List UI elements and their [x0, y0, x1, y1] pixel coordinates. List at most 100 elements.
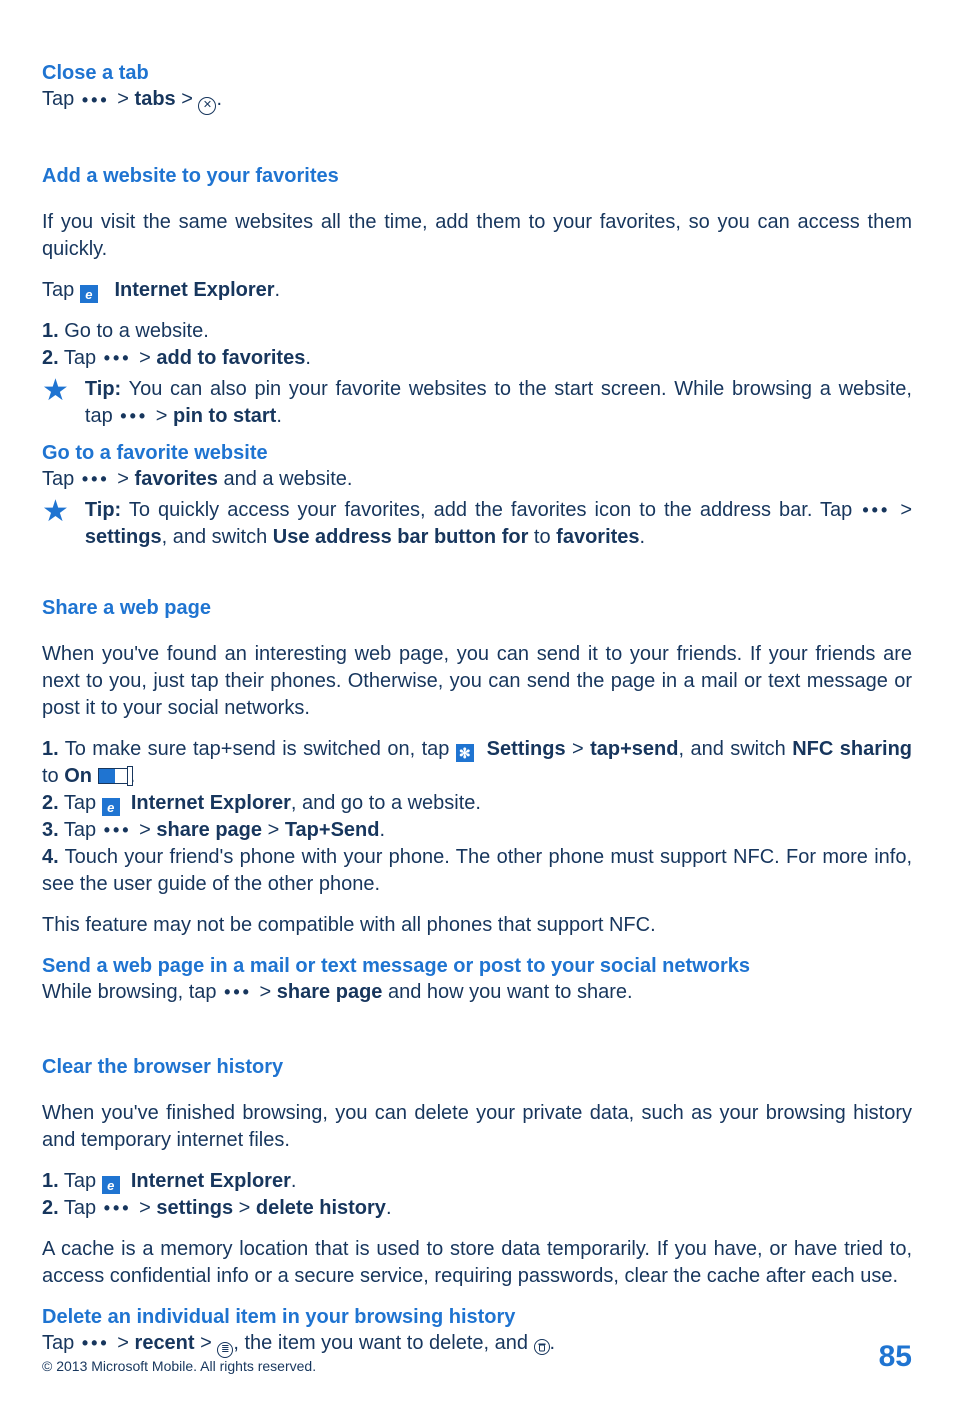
- period: .: [291, 1170, 297, 1192]
- num: 2.: [42, 792, 59, 814]
- ie-label: Internet Explorer: [131, 1170, 291, 1192]
- ie-label: Internet Explorer: [131, 792, 291, 814]
- heading-share-page: Share a web page: [42, 595, 912, 621]
- text: to: [42, 765, 64, 787]
- sep: >: [260, 981, 277, 1003]
- add-fav-intro: If you visit the same websites all the t…: [42, 209, 912, 263]
- text: While browsing, tap: [42, 981, 222, 1003]
- text: , and go to a website.: [291, 792, 481, 814]
- tabs-label: tabs: [135, 88, 176, 110]
- text: Tap: [59, 792, 102, 814]
- favorites-label: favorites: [135, 468, 218, 490]
- period: .: [379, 819, 385, 841]
- star-icon: ★: [42, 497, 69, 551]
- copyright: © 2013 Microsoft Mobile. All rights rese…: [42, 1358, 316, 1374]
- sep: >: [139, 1197, 156, 1219]
- add-fav-step1: 1. Go to a website.: [42, 318, 912, 345]
- sep: >: [233, 1197, 256, 1219]
- heading-goto-favorite: Go to a favorite website: [42, 440, 912, 466]
- goto-fav-line: Tap ••• > favorites and a website.: [42, 466, 912, 493]
- tip-label: Tip:: [85, 499, 121, 521]
- num: 1.: [42, 1170, 59, 1192]
- share-intro: When you've found an interesting web pag…: [42, 641, 912, 722]
- tap-send-label: Tap+Send: [285, 819, 380, 841]
- text: Go to a website.: [59, 320, 209, 342]
- num: 4.: [42, 846, 59, 868]
- text: to: [528, 526, 556, 548]
- text: and how you want to share.: [382, 981, 632, 1003]
- add-fav-tap-ie: Tap e Internet Explorer.: [42, 277, 912, 304]
- add-fav-step2: 2. Tap ••• > add to favorites.: [42, 345, 912, 372]
- ie-icon: e: [102, 1176, 120, 1194]
- sep: >: [156, 405, 173, 427]
- period: .: [216, 88, 222, 110]
- sep: >: [117, 468, 134, 490]
- text: Tap: [42, 279, 80, 301]
- settings-gear-icon: ✻: [456, 744, 474, 762]
- tapsend-label: tap+send: [590, 738, 678, 760]
- heading-add-favorites: Add a website to your favorites: [42, 163, 912, 189]
- heading-delete-item: Delete an individual item in your browsi…: [42, 1304, 912, 1330]
- text: and a website.: [218, 468, 353, 490]
- text: , and switch: [162, 526, 273, 548]
- sep: >: [900, 499, 912, 521]
- period: .: [275, 279, 281, 301]
- text: Tap: [59, 819, 102, 841]
- share-step4: 4. Touch your friend's phone with your p…: [42, 844, 912, 898]
- pin-to-start-label: pin to start: [173, 405, 276, 427]
- close-tab-instruction: Tap ••• > tabs > ✕.: [42, 86, 912, 115]
- nfc-sharing-label: NFC sharing: [792, 738, 912, 760]
- page-number: 85: [879, 1340, 912, 1374]
- text: To quickly access your favorites, add th…: [121, 499, 860, 521]
- text: Touch your friend's phone with your phon…: [42, 846, 912, 895]
- heading-close-tab: Close a tab: [42, 60, 912, 86]
- clear-step1: 1. Tap e Internet Explorer.: [42, 1168, 912, 1195]
- settings-label: Settings: [487, 738, 566, 760]
- num: 1.: [42, 738, 59, 760]
- sep: >: [262, 819, 285, 841]
- clear-intro: When you've finished browsing, you can d…: [42, 1100, 912, 1154]
- settings-label: settings: [156, 1197, 233, 1219]
- send-page-line: While browsing, tap ••• > share page and…: [42, 979, 912, 1006]
- ie-label: Internet Explorer: [115, 279, 275, 301]
- sep: >: [566, 738, 591, 760]
- num: 2.: [42, 1197, 59, 1219]
- num: 2.: [42, 347, 59, 369]
- period: .: [276, 405, 282, 427]
- text: Tap: [59, 1170, 102, 1192]
- delete-history-label: delete history: [256, 1197, 386, 1219]
- text: Tap: [59, 1197, 102, 1219]
- sep: >: [117, 88, 134, 110]
- clear-step2: 2. Tap ••• > settings > delete history.: [42, 1195, 912, 1222]
- text: To make sure tap+send is switched on, ta…: [59, 738, 456, 760]
- tip-address-bar: ★ Tip: To quickly access your favorites,…: [42, 497, 912, 551]
- share-step1: 1. To make sure tap+send is switched on,…: [42, 736, 912, 790]
- clear-cache-note: A cache is a memory location that is use…: [42, 1236, 912, 1290]
- sep: >: [181, 88, 198, 110]
- share-step3: 3. Tap ••• > share page > Tap+Send.: [42, 817, 912, 844]
- ie-icon: e: [80, 285, 98, 303]
- num: 1.: [42, 320, 59, 342]
- share-step2: 2. Tap e Internet Explorer, and go to a …: [42, 790, 912, 817]
- period: .: [640, 526, 646, 548]
- text: , and switch: [678, 738, 792, 760]
- favorites-label: favorites: [556, 526, 639, 548]
- sep: >: [139, 819, 156, 841]
- ie-icon: e: [102, 798, 120, 816]
- on-label: On: [64, 765, 92, 787]
- period: .: [386, 1197, 392, 1219]
- close-x-icon: ✕: [198, 97, 216, 115]
- text: Tap: [59, 347, 102, 369]
- settings-label: settings: [85, 526, 162, 548]
- page-footer: © 2013 Microsoft Mobile. All rights rese…: [42, 1340, 912, 1374]
- add-to-favorites-label: add to favorites: [156, 347, 305, 369]
- heading-clear-history: Clear the browser history: [42, 1054, 912, 1080]
- share-page-label: share page: [156, 819, 262, 841]
- use-address-bar-label: Use address bar button for: [273, 526, 529, 548]
- text: Tap: [42, 88, 80, 110]
- document-page: Close a tab Tap ••• > tabs > ✕. Add a we…: [0, 0, 954, 1412]
- num: 3.: [42, 819, 59, 841]
- tip-text: Tip: To quickly access your favorites, a…: [85, 497, 912, 551]
- tip-pin-to-start: ★ Tip: You can also pin your favorite we…: [42, 376, 912, 430]
- share-note: This feature may not be compatible with …: [42, 912, 912, 939]
